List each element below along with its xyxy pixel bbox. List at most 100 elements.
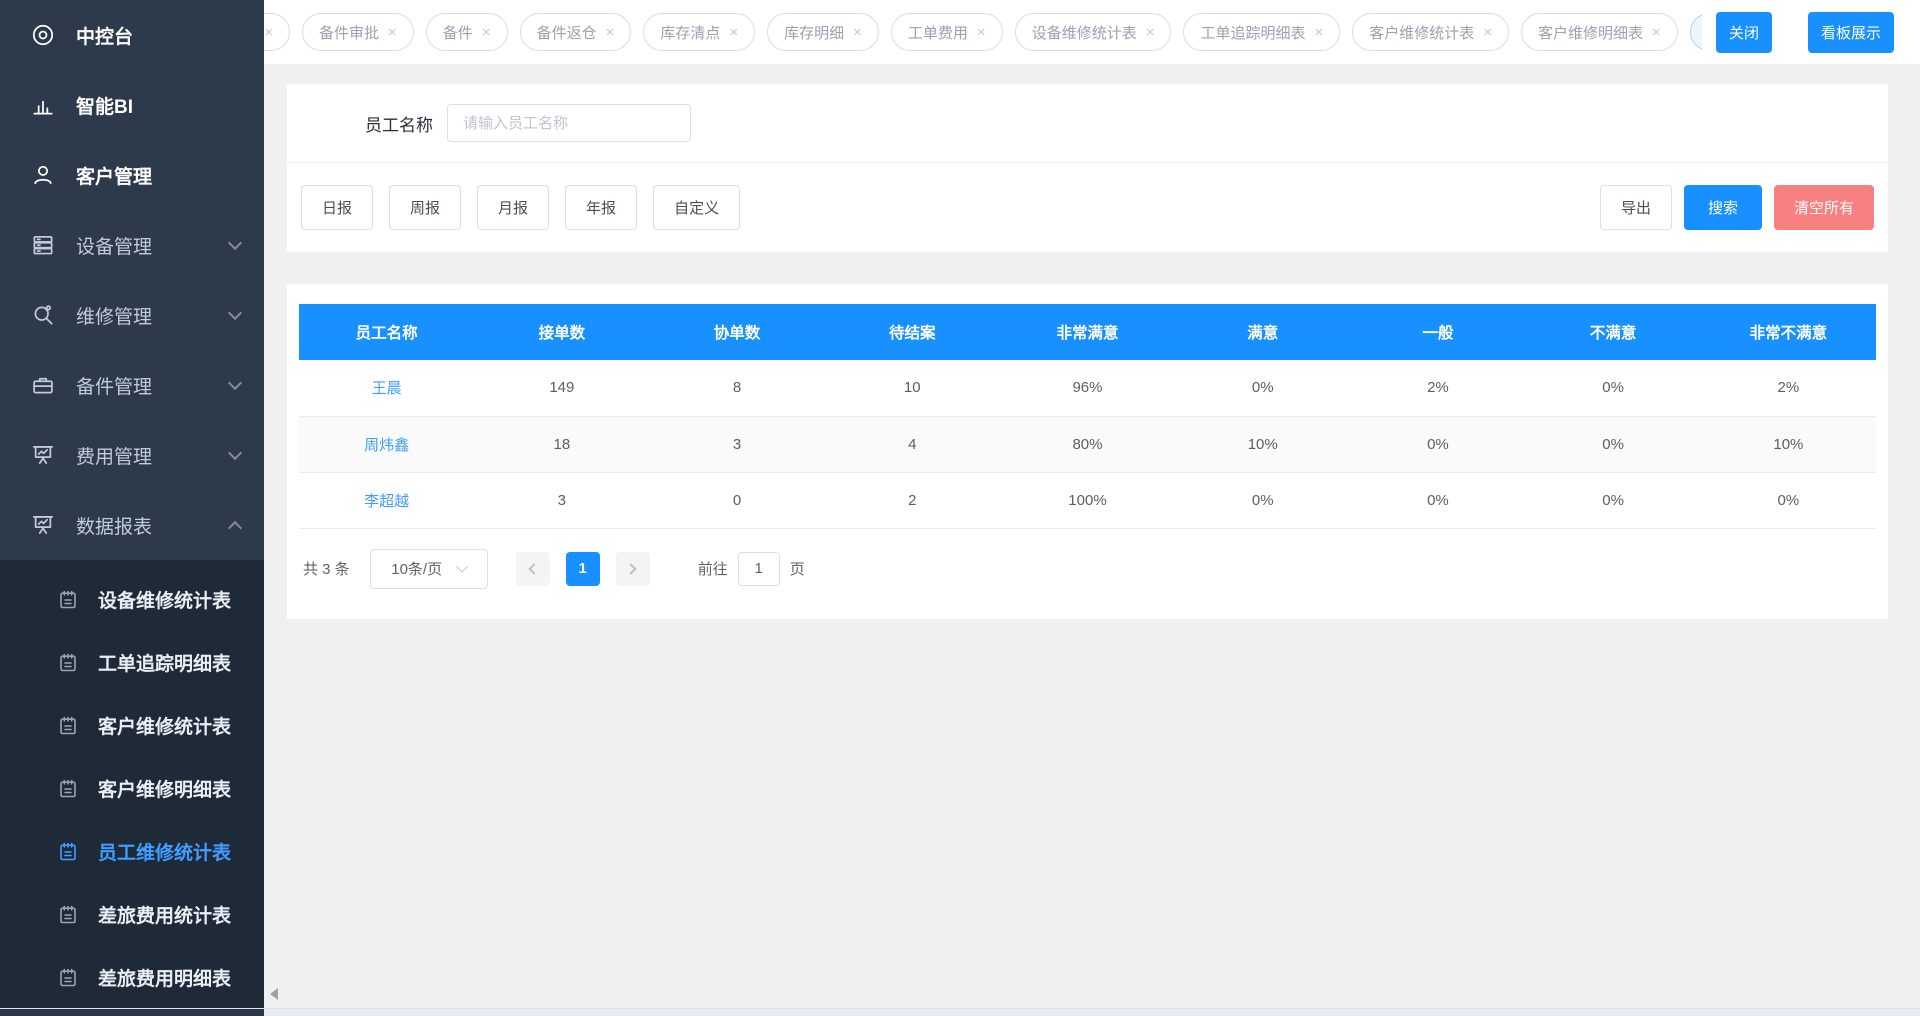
sidebar-item-label: 智能BI (76, 92, 240, 119)
tab-label: 备件 (443, 22, 473, 43)
tab[interactable]: 库存明细 × (767, 13, 879, 51)
employee-name-label: 员工名称 (365, 111, 433, 136)
search-button[interactable]: 搜索 (1684, 185, 1762, 230)
sidebar-subitem[interactable]: 差旅费用统计表 (0, 883, 264, 946)
sidebar-subitem[interactable]: 员工维修统计表 (0, 820, 264, 883)
table-cell: 2% (1701, 360, 1876, 416)
period-button[interactable]: 月报 (477, 185, 549, 230)
sidebar-subitem-label: 设备维修统计表 (98, 586, 231, 613)
table-cell: 3 (474, 472, 649, 528)
goto-label: 前往 (698, 558, 728, 579)
sidebar-item-label: 客户管理 (76, 162, 240, 189)
table-body: 王晨14981096%0%2%0%2%周炜鑫183480%10%0%0%10%李… (299, 360, 1876, 528)
tab-label: 库存明细 (784, 22, 844, 43)
prev-page-button[interactable] (516, 552, 550, 586)
close-button[interactable]: 关闭 (1716, 12, 1772, 53)
sidebar-item-label: 备件管理 (76, 372, 230, 399)
table-cell: 4 (825, 416, 1000, 472)
employee-link[interactable]: 李超越 (299, 472, 474, 528)
table-cell: 18 (474, 416, 649, 472)
tab[interactable]: 工单费用× (891, 13, 1003, 51)
column-header: 不满意 (1526, 304, 1701, 360)
chevron-down-icon (228, 375, 242, 389)
sidebar-subitem[interactable]: 差旅费用明细表 (0, 946, 264, 1009)
chevron-down-icon (456, 561, 467, 572)
sidebar-item[interactable]: 智能BI (0, 70, 264, 140)
table-cell: 2 (825, 472, 1000, 528)
tab-close-icon[interactable]: × (1314, 25, 1323, 40)
table-cell: 10% (1175, 416, 1350, 472)
page-number-button[interactable]: 1 (566, 552, 600, 586)
tab[interactable]: 设备维修统计表× (1015, 13, 1172, 51)
table-cell: 96% (1000, 360, 1175, 416)
next-page-button[interactable] (616, 552, 650, 586)
tab-bar: ×备件审批×备件×备件返仓×库存清点×库存明细×工单费用×设备维修统计表×工单追… (264, 0, 1920, 64)
tab[interactable]: 库存清点× (643, 13, 755, 51)
column-header: 待结案 (825, 304, 1000, 360)
tab-close-icon[interactable]: × (264, 25, 273, 40)
tab[interactable]: 备件 × (426, 13, 508, 51)
sidebar-subitem[interactable]: 客户维修统计表 (0, 694, 264, 757)
export-button[interactable]: 导出 (1600, 185, 1672, 230)
tab[interactable]: × (264, 13, 290, 51)
tab[interactable]: 备件返仓× (520, 13, 632, 51)
employee-link[interactable]: 王晨 (299, 360, 474, 416)
sidebar-subitem[interactable]: 工单追踪明细表 (0, 631, 264, 694)
sidebar-subitem-label: 工单追踪明细表 (98, 649, 231, 676)
tab-close-icon[interactable]: × (1652, 25, 1661, 40)
sidebar-item[interactable]: 备件管理 (0, 350, 264, 420)
table-row: 周炜鑫183480%10%0%0%10% (299, 416, 1876, 472)
tab-label: 客户维修明细表 (1538, 22, 1643, 43)
tab-close-icon[interactable]: × (1483, 25, 1492, 40)
column-header: 协单数 (649, 304, 824, 360)
tab-close-icon[interactable]: × (853, 25, 862, 40)
column-header: 员工名称 (299, 304, 474, 360)
tab-bar-tabs: ×备件审批×备件×备件返仓×库存清点×库存明细×工单费用×设备维修统计表×工单追… (264, 0, 1702, 64)
table-cell: 10 (825, 360, 1000, 416)
tab-close-icon[interactable]: × (388, 25, 397, 40)
clear-all-button[interactable]: 清空所有 (1774, 185, 1874, 230)
page-size-select[interactable]: 10条/页 (370, 549, 488, 589)
period-button[interactable]: 自定义 (653, 185, 740, 230)
tab[interactable]: 备件审批× (302, 13, 414, 51)
tab[interactable]: 员工维修统计表× (1690, 13, 1702, 51)
table-cell: 10% (1701, 416, 1876, 472)
table-cell: 0% (1350, 416, 1525, 472)
sheet-icon (56, 903, 80, 927)
sidebar-item[interactable]: 设备管理 (0, 210, 264, 280)
tab[interactable]: 客户维修明细表 × (1521, 13, 1678, 51)
scroll-left-icon[interactable] (270, 988, 278, 1000)
employee-name-input[interactable] (447, 104, 691, 142)
tab-close-icon[interactable]: × (977, 25, 986, 40)
expense-icon (30, 442, 56, 468)
period-button[interactable]: 年报 (565, 185, 637, 230)
tab[interactable]: 工单追踪明细表× (1183, 13, 1340, 51)
goto-page-input[interactable] (738, 552, 780, 586)
tab[interactable]: 客户维修统计表× (1352, 13, 1509, 51)
sidebar-item[interactable]: 费用管理 (0, 420, 264, 490)
tab-bar-actions: 关闭 看板展示 (1702, 12, 1920, 53)
column-header: 满意 (1175, 304, 1350, 360)
horizontal-scrollbar[interactable] (0, 1008, 1920, 1016)
sidebar-item[interactable]: 客户管理 (0, 140, 264, 210)
period-button[interactable]: 日报 (301, 185, 373, 230)
table-row: 李超越302100%0%0%0%0% (299, 472, 1876, 528)
sidebar-subitem[interactable]: 客户维修明细表 (0, 757, 264, 820)
sidebar-item[interactable]: 中控台 (0, 0, 264, 70)
sidebar-item[interactable]: 维修管理 (0, 280, 264, 350)
tab-close-icon[interactable]: × (1146, 25, 1155, 40)
sheet-icon (56, 588, 80, 612)
tab-close-icon[interactable]: × (729, 25, 738, 40)
goto-suffix: 页 (790, 558, 805, 579)
board-display-button[interactable]: 看板展示 (1808, 12, 1894, 53)
period-button[interactable]: 周报 (389, 185, 461, 230)
tab-close-icon[interactable]: × (482, 25, 491, 40)
tab-close-icon[interactable]: × (606, 25, 615, 40)
spare-icon (30, 372, 56, 398)
table-cell: 0% (1526, 472, 1701, 528)
total-count: 共 3 条 (303, 558, 350, 579)
repair-icon (30, 302, 56, 328)
sidebar-item[interactable]: 数据报表 (0, 490, 264, 560)
sidebar-subitem[interactable]: 设备维修统计表 (0, 568, 264, 631)
employee-link[interactable]: 周炜鑫 (299, 416, 474, 472)
